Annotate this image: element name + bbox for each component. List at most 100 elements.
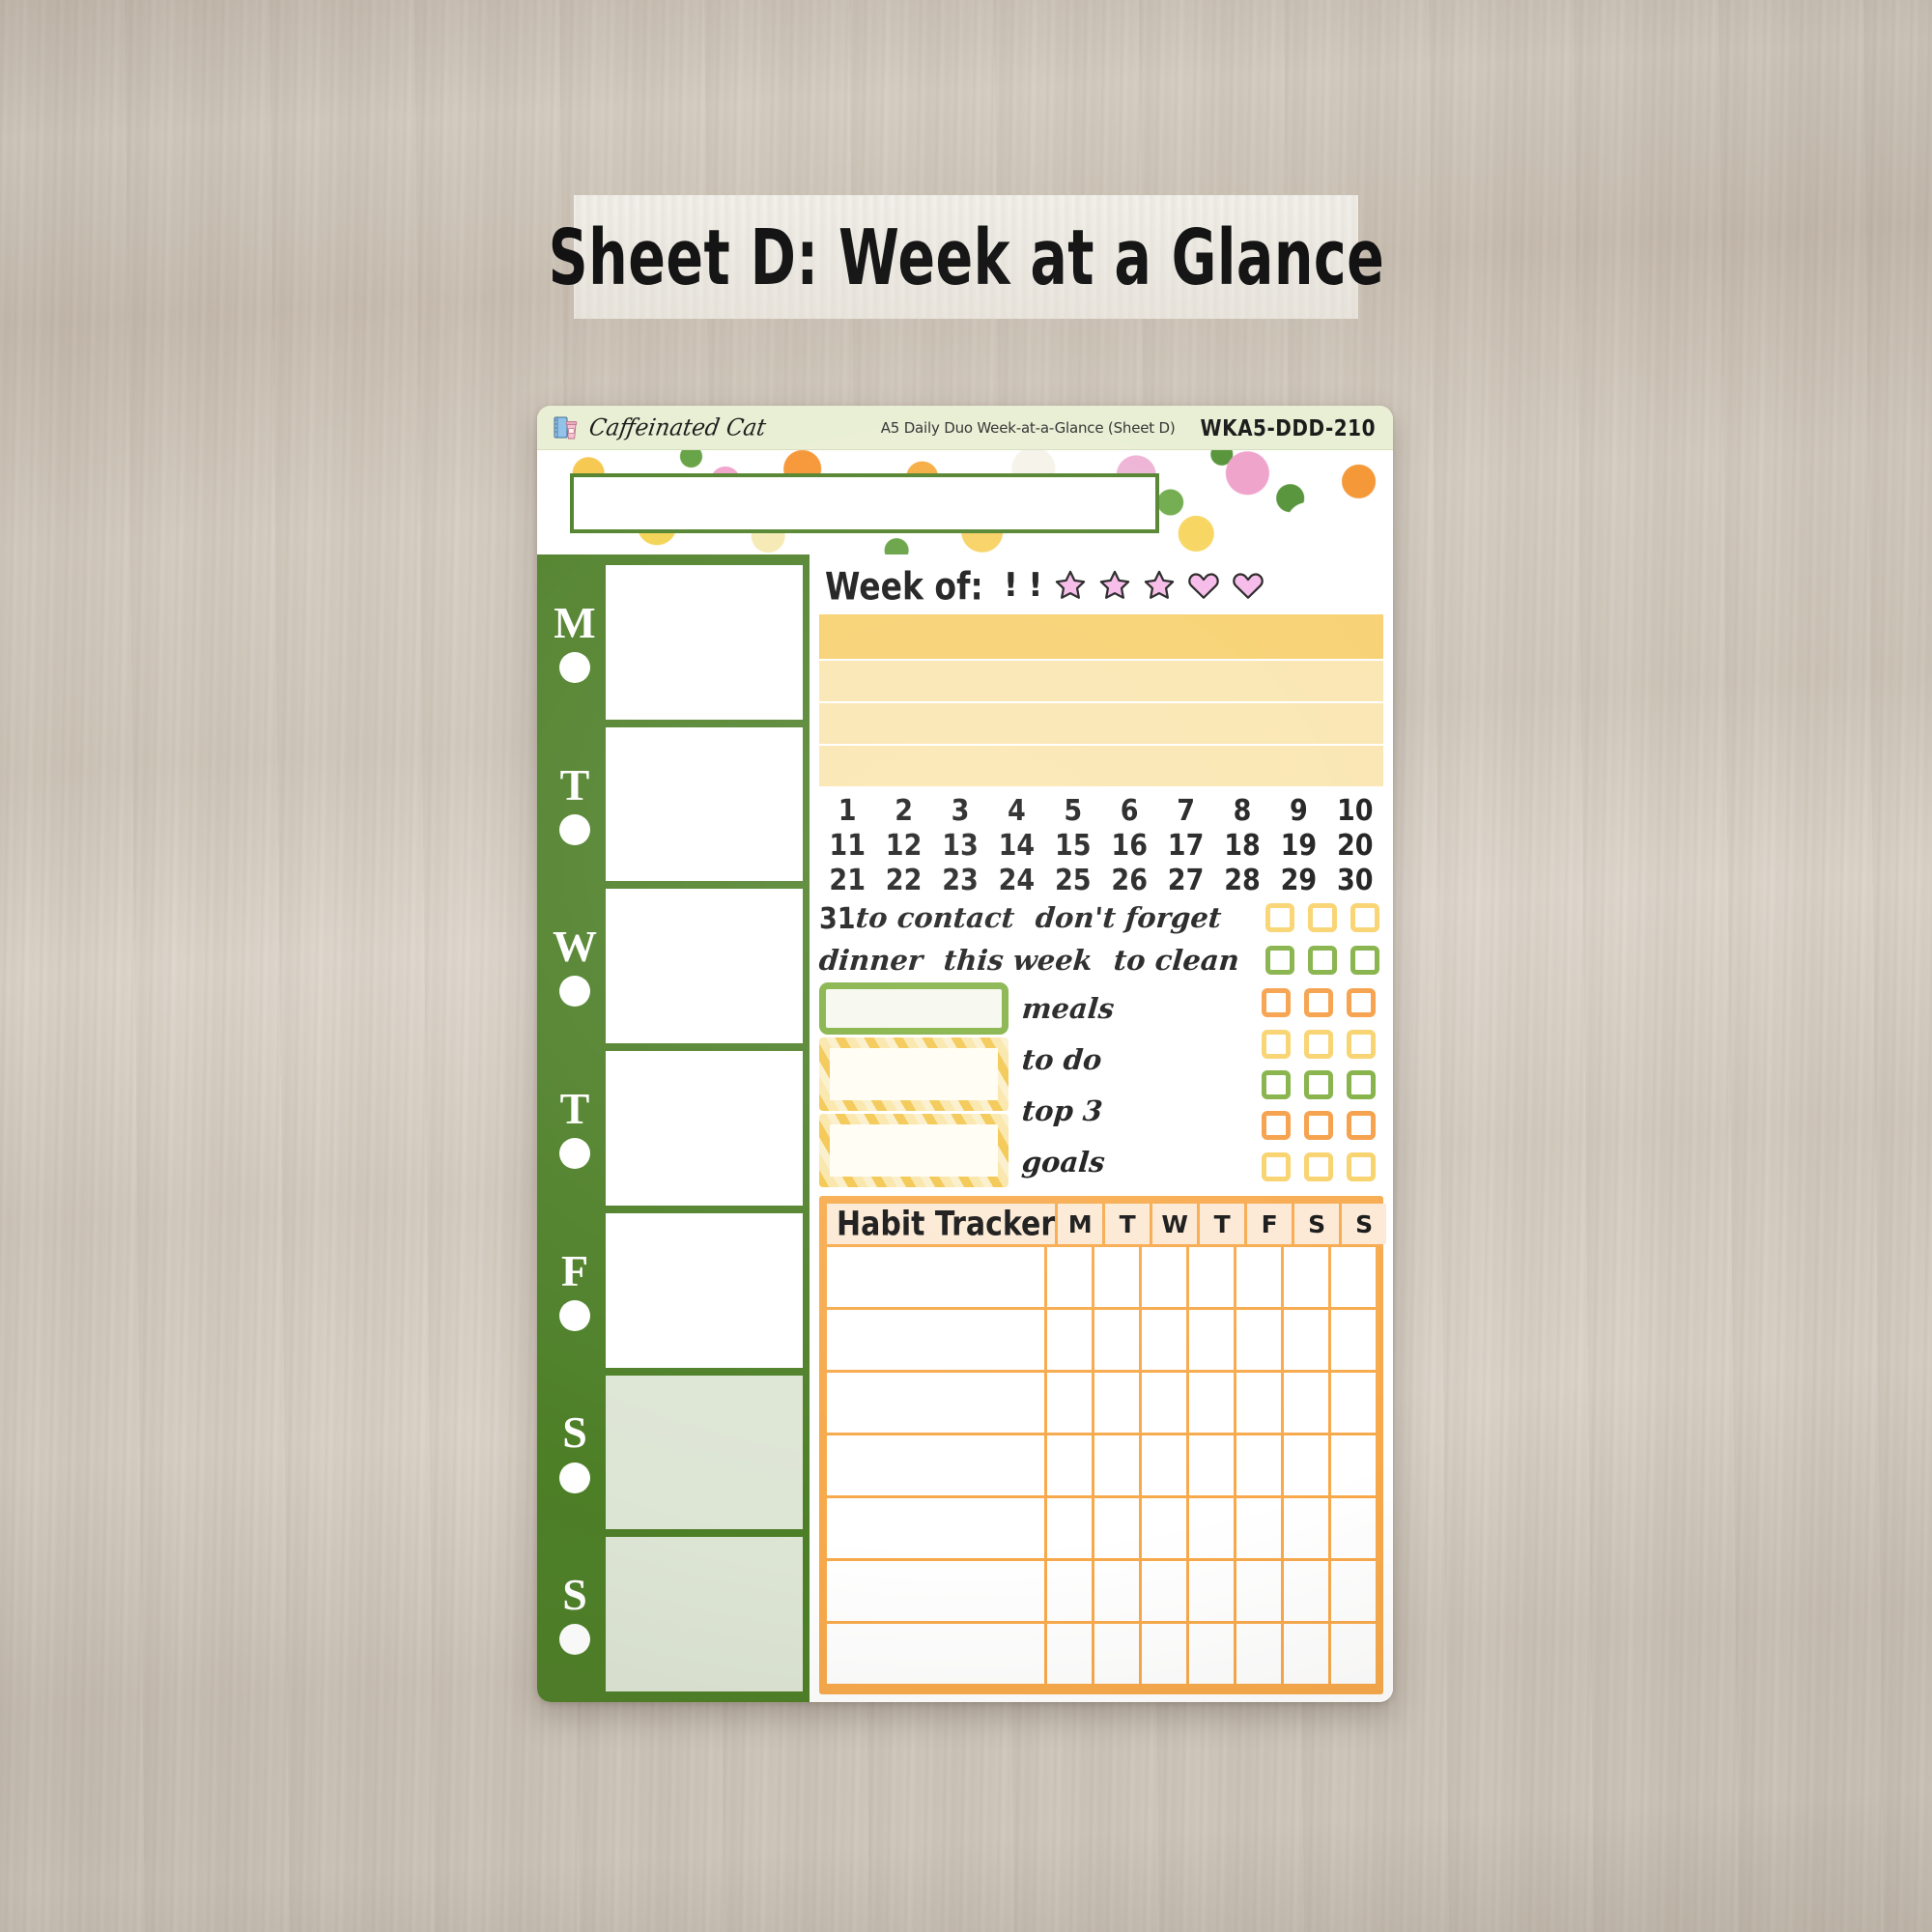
date-number-sticker[interactable]: 7 <box>1157 794 1213 828</box>
habit-tracker-cell[interactable] <box>1189 1561 1234 1621</box>
checkbox-sticker[interactable] <box>1304 988 1333 1018</box>
habit-tracker-cell[interactable] <box>1142 1561 1186 1621</box>
habit-tracker-cell[interactable] <box>1331 1310 1376 1370</box>
date-number-sticker[interactable]: 4 <box>988 794 1044 828</box>
date-number-sticker[interactable]: 27 <box>1157 864 1213 897</box>
date-number-sticker[interactable]: 1 <box>819 794 875 828</box>
habit-tracker-cell[interactable] <box>1331 1498 1376 1558</box>
day-box[interactable] <box>606 565 803 720</box>
date-number-sticker[interactable]: 24 <box>988 864 1044 897</box>
yellow-note-band[interactable] <box>819 614 1383 659</box>
date-number-sticker[interactable]: 17 <box>1157 829 1213 863</box>
checkbox-sticker[interactable] <box>1347 1029 1376 1059</box>
habit-tracker-cell[interactable] <box>1047 1624 1092 1684</box>
habit-tracker-cell[interactable] <box>1047 1435 1092 1495</box>
habit-tracker-cell[interactable] <box>1142 1624 1186 1684</box>
meals-label-sticker[interactable]: top 3 <box>1021 1094 1140 1127</box>
checkbox-sticker[interactable] <box>1347 988 1376 1018</box>
habit-tracker-cell[interactable] <box>1189 1310 1234 1370</box>
checkbox-sticker[interactable] <box>1265 946 1294 975</box>
date-number-sticker[interactable]: 3 <box>932 794 988 828</box>
checkbox-sticker[interactable] <box>1304 1069 1333 1099</box>
checkbox-sticker[interactable] <box>1308 903 1337 932</box>
checkbox-sticker[interactable] <box>1262 988 1291 1018</box>
checkbox-sticker[interactable] <box>1347 1151 1376 1181</box>
checkbox-sticker[interactable] <box>1265 903 1294 932</box>
honeycomb-box-2[interactable] <box>819 1114 1009 1187</box>
meals-label-sticker[interactable]: goals <box>1021 1146 1140 1179</box>
habit-tracker-cell[interactable] <box>1236 1435 1281 1495</box>
heart-sticker[interactable] <box>1231 568 1265 603</box>
date-number-sticker[interactable]: 14 <box>988 829 1044 863</box>
habit-tracker-cell[interactable] <box>1284 1498 1328 1558</box>
habit-name-cell[interactable] <box>827 1310 1044 1370</box>
date-number-sticker[interactable]: 13 <box>932 829 988 863</box>
habit-tracker-cell[interactable] <box>1142 1435 1186 1495</box>
checkbox-sticker[interactable] <box>1347 1111 1376 1141</box>
day-box[interactable] <box>606 1051 803 1206</box>
habit-tracker-cell[interactable] <box>1189 1435 1234 1495</box>
habit-tracker-cell[interactable] <box>1331 1247 1376 1307</box>
checkbox-sticker[interactable] <box>1350 903 1379 932</box>
day-box[interactable] <box>606 1537 803 1692</box>
date-number-sticker[interactable]: 22 <box>875 864 931 897</box>
habit-tracker-cell[interactable] <box>1236 1561 1281 1621</box>
star-sticker[interactable] <box>1053 568 1088 603</box>
date-number-sticker[interactable]: 11 <box>819 829 875 863</box>
checkbox-sticker[interactable] <box>1308 946 1337 975</box>
habit-tracker-cell[interactable] <box>1094 1435 1139 1495</box>
date-number-sticker[interactable]: 16 <box>1101 829 1157 863</box>
word-sticker[interactable]: to clean <box>1113 944 1241 977</box>
habit-tracker-cell[interactable] <box>1094 1498 1139 1558</box>
date-number-sticker[interactable]: 15 <box>1045 829 1101 863</box>
checkbox-sticker[interactable] <box>1262 1029 1291 1059</box>
date-number-sticker[interactable]: 26 <box>1101 864 1157 897</box>
date-number-sticker[interactable]: 12 <box>875 829 931 863</box>
habit-tracker-cell[interactable] <box>1331 1561 1376 1621</box>
date-number-sticker[interactable]: 19 <box>1270 829 1326 863</box>
habit-tracker-cell[interactable] <box>1142 1498 1186 1558</box>
habit-name-cell[interactable] <box>827 1498 1044 1558</box>
day-box[interactable] <box>606 1212 803 1368</box>
habit-tracker-cell[interactable] <box>1331 1435 1376 1495</box>
habit-name-cell[interactable] <box>827 1247 1044 1307</box>
habit-tracker-cell[interactable] <box>1284 1373 1328 1433</box>
habit-tracker-cell[interactable] <box>1284 1624 1328 1684</box>
habit-tracker-cell[interactable] <box>1094 1561 1139 1621</box>
habit-name-cell[interactable] <box>827 1373 1044 1433</box>
habit-tracker-cell[interactable] <box>1284 1247 1328 1307</box>
habit-tracker-cell[interactable] <box>1236 1247 1281 1307</box>
date-number-sticker[interactable]: 25 <box>1045 864 1101 897</box>
meals-label-sticker[interactable]: to do <box>1021 1043 1140 1076</box>
day-box[interactable] <box>606 889 803 1044</box>
habit-tracker-cell[interactable] <box>1331 1624 1376 1684</box>
honeycomb-box-1[interactable] <box>819 1037 1009 1111</box>
yellow-note-band[interactable] <box>819 703 1383 744</box>
habit-tracker-cell[interactable] <box>1189 1624 1234 1684</box>
habit-tracker-cell[interactable] <box>1094 1247 1139 1307</box>
heart-sticker[interactable] <box>1186 568 1221 603</box>
word-sticker[interactable]: dinner <box>818 944 924 977</box>
habit-tracker-cell[interactable] <box>1331 1373 1376 1433</box>
date-number-sticker[interactable]: 9 <box>1270 794 1326 828</box>
checkbox-sticker[interactable] <box>1304 1029 1333 1059</box>
habit-tracker-cell[interactable] <box>1284 1435 1328 1495</box>
star-sticker[interactable] <box>1097 568 1132 603</box>
week-title-sticker-box[interactable] <box>570 473 1159 533</box>
exclamation-sticker[interactable]: ! <box>1028 566 1043 605</box>
date-number-sticker[interactable]: 10 <box>1327 794 1383 828</box>
habit-tracker-cell[interactable] <box>1047 1498 1092 1558</box>
habit-name-cell[interactable] <box>827 1435 1044 1495</box>
habit-tracker-cell[interactable] <box>1236 1310 1281 1370</box>
habit-tracker-cell[interactable] <box>1236 1624 1281 1684</box>
star-sticker[interactable] <box>1142 568 1177 603</box>
habit-tracker-cell[interactable] <box>1047 1373 1092 1433</box>
yellow-note-band[interactable] <box>819 661 1383 701</box>
habit-tracker-cell[interactable] <box>1047 1247 1092 1307</box>
exclamation-sticker[interactable]: ! <box>1004 566 1019 605</box>
habit-tracker-cell[interactable] <box>1142 1247 1186 1307</box>
habit-tracker-cell[interactable] <box>1142 1373 1186 1433</box>
habit-tracker-cell[interactable] <box>1189 1373 1234 1433</box>
habit-tracker-cell[interactable] <box>1189 1247 1234 1307</box>
checkbox-sticker[interactable] <box>1347 1069 1376 1099</box>
